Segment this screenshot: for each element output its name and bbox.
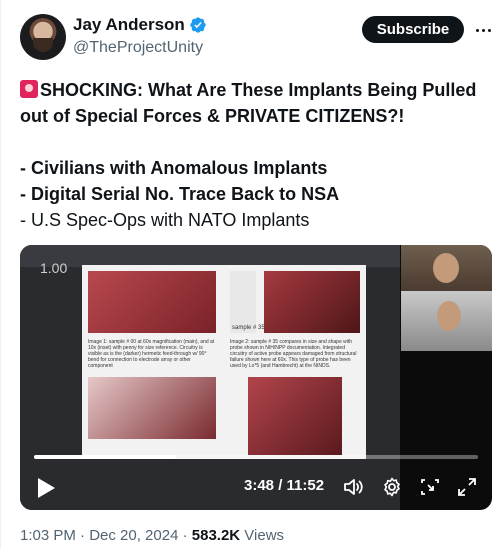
tweet-timestamp[interactable]: 1:03 PM · Dec 20, 2024 · xyxy=(20,527,192,544)
views-count: 583.2K xyxy=(191,527,241,544)
webcam-feed-2 xyxy=(401,291,492,351)
fullscreen-icon[interactable] xyxy=(456,476,478,498)
author-name[interactable]: Jay Anderson xyxy=(73,15,185,35)
settings-gear-icon[interactable] xyxy=(381,476,403,498)
more-options-icon[interactable] xyxy=(473,20,493,40)
avatar[interactable] xyxy=(20,14,66,60)
tweet-bullet-1: - Civilians with Anomalous Implants xyxy=(20,158,328,178)
webcam-feed-1 xyxy=(401,245,492,291)
siren-emoji-icon xyxy=(20,80,38,98)
subscribe-button[interactable]: Subscribe xyxy=(362,16,464,43)
play-icon[interactable] xyxy=(36,477,56,499)
video-player[interactable]: Image 1: sample # 00 at 60x magnificatio… xyxy=(20,245,492,510)
video-time-display: 3:48 / 11:52 xyxy=(244,477,325,494)
caption-image-1: Image 1: sample # 00 at 60x magnificatio… xyxy=(88,339,215,369)
tweet-text: SHOCKING: What Are These Implants Being … xyxy=(20,77,490,233)
tweet-headline: SHOCKING: What Are These Implants Being … xyxy=(20,80,477,126)
zoom-level-label: 1.00 xyxy=(40,260,68,276)
document-screen: Image 1: sample # 00 at 60x magnificatio… xyxy=(82,265,366,459)
caption-image-2: Image 2: sample # 35 compares in size an… xyxy=(230,339,357,369)
timeline-border xyxy=(0,0,1,549)
author-handle[interactable]: @TheProjectUnity xyxy=(73,39,203,57)
author-name-row[interactable]: Jay Anderson xyxy=(73,15,207,35)
video-progress-fill xyxy=(34,455,177,459)
views-label: Views xyxy=(240,527,285,544)
video-frame: Image 1: sample # 00 at 60x magnificatio… xyxy=(20,245,400,510)
video-progress-bar[interactable] xyxy=(34,455,478,459)
verified-badge-icon xyxy=(190,17,206,33)
sample-label: sample # 35 xyxy=(232,325,265,331)
tweet-bullet-3: - U.S Spec-Ops with NATO Implants xyxy=(20,210,310,230)
volume-icon[interactable] xyxy=(342,476,364,498)
tweet-bullet-2: - Digital Serial No. Trace Back to NSA xyxy=(20,184,340,204)
tweet-meta: 1:03 PM · Dec 20, 2024 · 583.2K Views xyxy=(20,527,284,544)
picture-in-picture-icon[interactable] xyxy=(419,476,441,498)
